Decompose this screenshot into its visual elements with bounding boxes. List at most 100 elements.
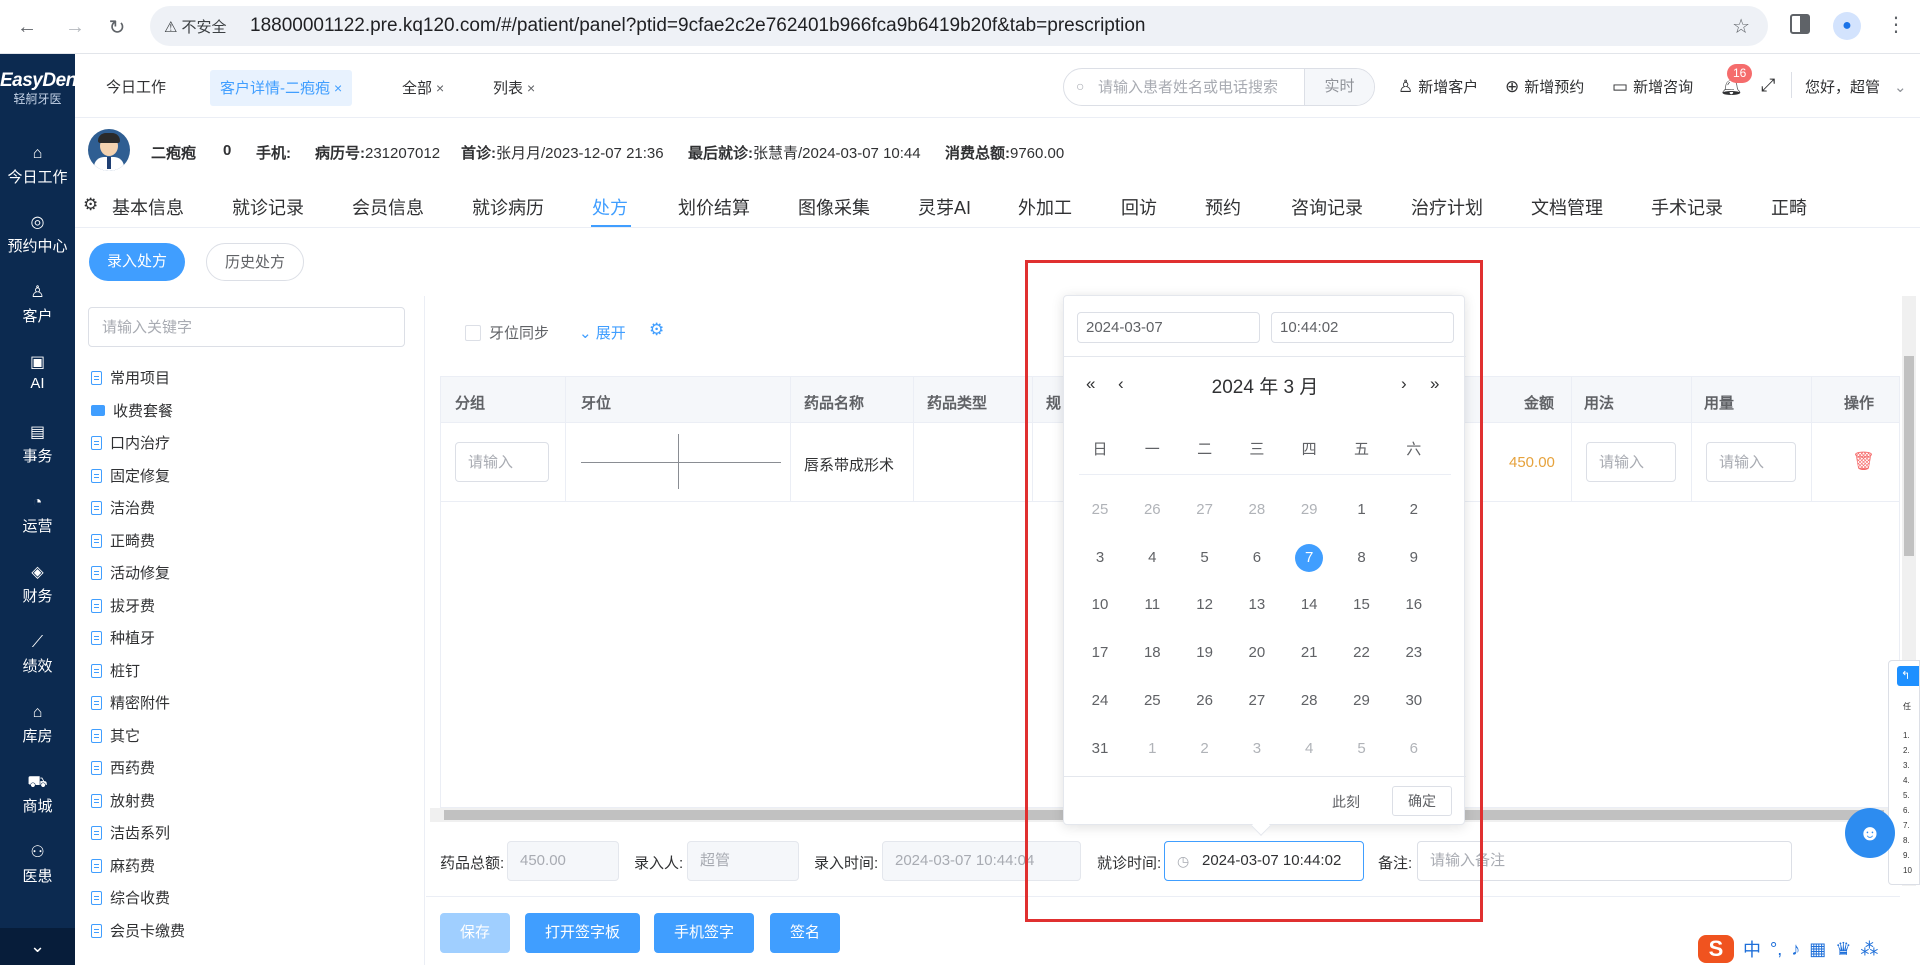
calendar-day[interactable]: 26	[1185, 686, 1225, 716]
tab-appointment[interactable]: 预约	[1205, 194, 1241, 220]
keyword-input[interactable]	[88, 307, 405, 347]
ime-grid-icon[interactable]: ⁂	[1860, 939, 1878, 960]
tab-customer-detail[interactable]: 客户详情-二疱疱 ×	[210, 70, 353, 106]
back-icon[interactable]: ←	[12, 12, 42, 42]
category-item[interactable]: 桩钉	[91, 660, 140, 681]
calendar-day[interactable]: 3	[1237, 734, 1277, 764]
scrollbar-thumb[interactable]	[1904, 356, 1914, 556]
calendar-day[interactable]: 29	[1289, 495, 1329, 525]
ime-mic-icon[interactable]: ♪	[1791, 939, 1800, 960]
calendar-day[interactable]: 31	[1080, 734, 1120, 764]
category-item[interactable]: 其它	[91, 725, 140, 746]
gear-icon[interactable]: ⚙	[83, 195, 98, 215]
search-mode-button[interactable]: 实时	[1304, 69, 1374, 105]
sidebar-item-patients[interactable]: ⚇ 医患	[0, 843, 75, 886]
calendar-day[interactable]: 28	[1237, 495, 1277, 525]
bookmark-star-icon[interactable]: ☆	[1732, 14, 1750, 39]
category-item[interactable]: 收费套餐	[91, 400, 173, 421]
calendar-day[interactable]: 2	[1185, 734, 1225, 764]
collapse-chevron-icon[interactable]: ⌄	[0, 928, 75, 965]
calendar-day[interactable]: 1	[1132, 734, 1172, 764]
visit-time-input[interactable]: ◷ 2024-03-07 10:44:02	[1164, 841, 1364, 881]
sidebar-item-operations[interactable]: ◔ 运营	[0, 493, 75, 536]
picker-date-input[interactable]: 2024-03-07	[1077, 312, 1260, 343]
calendar-day[interactable]: 24	[1080, 686, 1120, 716]
calendar-day[interactable]: 16	[1394, 590, 1434, 620]
calendar-day[interactable]: 5	[1185, 543, 1225, 573]
ime-keyboard-icon[interactable]: ▦	[1809, 939, 1826, 960]
tooth-sync-checkbox[interactable]: 牙位同步	[465, 322, 549, 343]
next-month-icon[interactable]: ›	[1401, 374, 1407, 394]
sidebar-item-warehouse[interactable]: ⌂ 库房	[0, 703, 75, 746]
tooth-chart-cross[interactable]	[581, 462, 781, 463]
calendar-day[interactable]: 3	[1080, 543, 1120, 573]
close-icon[interactable]: ×	[334, 80, 342, 96]
support-chat-icon[interactable]: ☻	[1845, 808, 1895, 858]
forward-icon[interactable]: →	[60, 12, 90, 42]
ime-lang-icon[interactable]: 中	[1743, 936, 1761, 962]
reload-icon[interactable]: ↻	[102, 12, 132, 42]
calendar-day[interactable]: 6	[1237, 543, 1277, 573]
group-input[interactable]	[455, 442, 549, 482]
calendar-day[interactable]: 19	[1185, 638, 1225, 668]
tab-basic-info[interactable]: 基本信息	[112, 194, 184, 220]
category-item[interactable]: 活动修复	[91, 562, 170, 583]
sidebar-item-appointments[interactable]: ◎ 预约中心	[0, 213, 75, 256]
calendar-day[interactable]: 4	[1132, 543, 1172, 573]
tab-all[interactable]: 全部 ×	[392, 70, 454, 106]
avatar[interactable]	[88, 129, 130, 171]
add-appointment-button[interactable]: ⊕ 新增预约	[1505, 76, 1584, 97]
sidebar-item-finance[interactable]: ◈ 财务	[0, 563, 75, 606]
calendar-day[interactable]: 26	[1132, 495, 1172, 525]
category-item[interactable]: 洁齿系列	[91, 822, 170, 843]
now-button[interactable]: 此刻	[1332, 792, 1360, 812]
calendar-day[interactable]: 27	[1185, 495, 1225, 525]
ime-toolbar[interactable]: S 中 °, ♪ ▦ ♛ ⁂	[1698, 933, 1920, 965]
category-item[interactable]: 固定修复	[91, 465, 170, 486]
history-prescription-button[interactable]: 历史处方	[206, 243, 305, 281]
calendar-day[interactable]: 30	[1394, 686, 1434, 716]
add-consult-button[interactable]: ▭ 新增咨询	[1612, 76, 1693, 97]
calendar-day[interactable]: 2	[1394, 495, 1434, 525]
tab-medical-record[interactable]: 就诊病历	[472, 194, 544, 220]
tab-consult-records[interactable]: 咨询记录	[1291, 194, 1363, 220]
sign-button[interactable]: 签名	[770, 913, 841, 953]
tab-ai[interactable]: 灵芽AI	[918, 194, 971, 220]
sidebar-item-customers[interactable]: ♙ 客户	[0, 283, 75, 326]
tab-ortho[interactable]: 正畸	[1771, 194, 1807, 220]
tab-visit-records[interactable]: 就诊记录	[232, 194, 304, 220]
category-item[interactable]: 麻药费	[91, 855, 155, 876]
category-item[interactable]: 综合收费	[91, 887, 170, 908]
patient-search-input[interactable]	[1098, 69, 1288, 105]
calendar-day[interactable]: 29	[1342, 686, 1382, 716]
calendar-day[interactable]: 25	[1080, 495, 1120, 525]
profile-icon[interactable]: ●	[1833, 12, 1861, 40]
tab-treatment-plan[interactable]: 治疗计划	[1411, 194, 1483, 220]
expand-toggle[interactable]: ⌄ 展开	[579, 322, 626, 343]
address-bar[interactable]: ⚠ 不安全 18800001122.pre.kq120.com/#/patient…	[150, 6, 1768, 46]
open-signature-pad-button[interactable]: 打开签字板	[525, 913, 641, 953]
calendar-day[interactable]: 11	[1132, 590, 1172, 620]
next-year-icon[interactable]: »	[1430, 374, 1439, 394]
category-item[interactable]: 精密附件	[91, 692, 170, 713]
sidebar-item-mall[interactable]: ⛟ 商城	[0, 773, 75, 816]
calendar-day[interactable]: 18	[1132, 638, 1172, 668]
calendar-day[interactable]: 22	[1342, 638, 1382, 668]
trash-icon[interactable]: 🗑︎	[1852, 451, 1875, 472]
insecure-indicator[interactable]: ⚠ 不安全	[164, 16, 226, 37]
calendar-day[interactable]: 8	[1342, 543, 1382, 573]
close-icon[interactable]: ×	[436, 80, 444, 96]
close-icon[interactable]: ×	[527, 80, 535, 96]
tab-member-info[interactable]: 会员信息	[352, 194, 424, 220]
category-item[interactable]: 会员卡缴费	[91, 920, 185, 941]
settings-gear-icon[interactable]: ⚙	[649, 320, 664, 340]
category-item[interactable]: 常用项目	[91, 367, 170, 388]
floating-side-panel[interactable]: ↰ 任 1. 2. 3. 4. 5. 6. 7. 8. 9. 10	[1888, 660, 1920, 885]
calendar-day[interactable]: 15	[1342, 590, 1382, 620]
category-item[interactable]: 西药费	[91, 757, 155, 778]
category-item[interactable]: 正畸费	[91, 530, 155, 551]
calendar-day[interactable]: 4	[1289, 734, 1329, 764]
tab-followup[interactable]: 回访	[1121, 194, 1157, 220]
fullscreen-icon[interactable]: ⤢	[1761, 75, 1775, 96]
save-button[interactable]: 保存	[440, 913, 511, 953]
